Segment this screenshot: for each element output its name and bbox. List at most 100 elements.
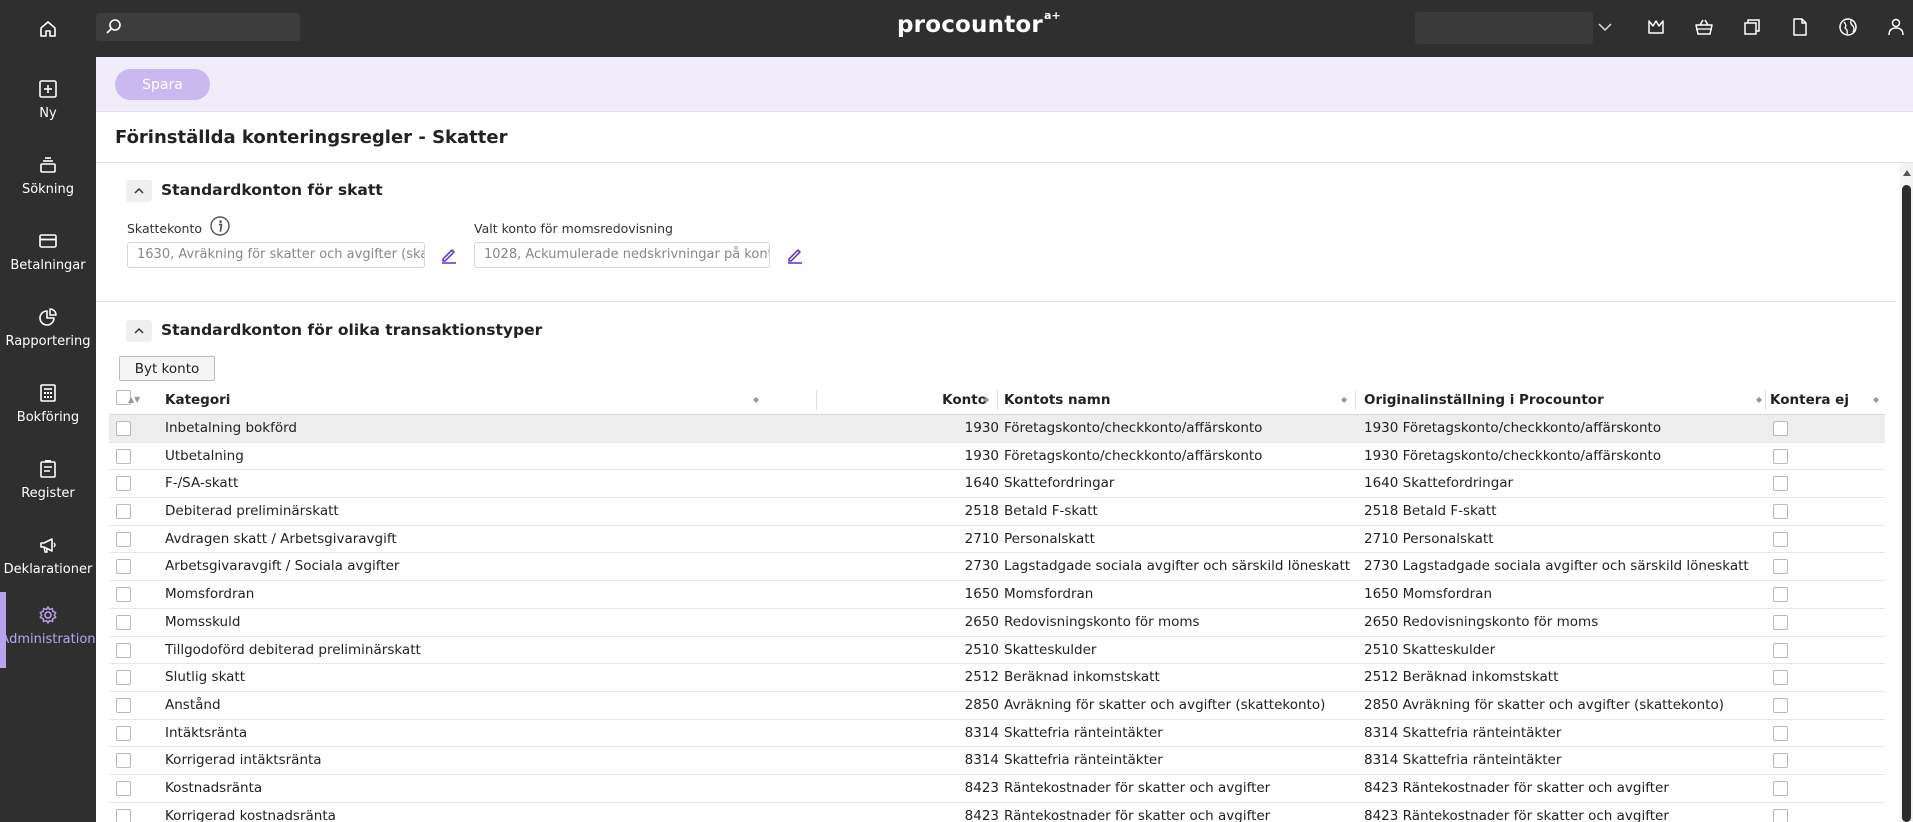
table-row[interactable]: Inbetalning bokförd 1930 Företagskonto/che…	[109, 415, 1885, 443]
section-collapse-toggle[interactable]	[126, 320, 152, 342]
table-row[interactable]: Tillgodoförd debiterad preliminärskatt 25…	[109, 637, 1885, 665]
table-row[interactable]: Debiterad preliminärskatt 2518 Betald F-sk…	[109, 498, 1885, 526]
sidebar-item-ny[interactable]: Ny	[0, 66, 96, 142]
cell-category: Momsskuld	[165, 613, 241, 630]
no-posting-checkbox[interactable]	[1773, 476, 1788, 492]
sidebar-item-sokning[interactable]: Sökning	[0, 142, 96, 218]
column-header-account[interactable]: Konto	[819, 385, 987, 415]
row-select-checkbox[interactable]	[116, 421, 131, 436]
no-posting-checkbox[interactable]	[1773, 753, 1788, 769]
table-row[interactable]: Momsskuld 2650 Redovisningskonto för moms 2…	[109, 609, 1885, 637]
vat-account-field[interactable]: 1028, Ackumulerade nedskrivningar på kon…	[474, 242, 770, 268]
table-row[interactable]: Intäktsränta 8314 Skattefria ränteintäkter…	[109, 720, 1885, 748]
no-posting-checkbox[interactable]	[1773, 808, 1788, 822]
no-posting-checkbox[interactable]	[1773, 614, 1788, 630]
column-separator[interactable]	[997, 390, 998, 410]
sidebar-item-label: Rapportering	[5, 334, 91, 349]
row-select-checkbox[interactable]	[116, 587, 131, 603]
row-select-checkbox[interactable]	[116, 697, 131, 713]
basket-button[interactable]	[1689, 13, 1719, 41]
save-button[interactable]: Spara	[115, 69, 210, 100]
sidebar-item-bokforing[interactable]: Bokföring	[0, 370, 96, 446]
sidebar-item-rapportering[interactable]: Rapportering	[0, 294, 96, 370]
copy-button[interactable]	[1737, 13, 1767, 41]
table-header: ▲▼ Kategori ◆ Konto ◆ Kontots namn ◆ Origi…	[109, 385, 1885, 415]
row-select-checkbox[interactable]	[116, 670, 131, 686]
company-select-toggle[interactable]	[1594, 16, 1616, 38]
pie-chart-icon	[39, 308, 57, 326]
section-collapse-toggle[interactable]	[126, 180, 152, 202]
table-row[interactable]: Slutlig skatt 2512 Beräknad inkomstskatt 25…	[109, 664, 1885, 692]
table-row[interactable]: Korrigerad intäktsränta 8314 Skattefria rä…	[109, 747, 1885, 775]
row-select-checkbox[interactable]	[116, 808, 131, 822]
pencil-icon	[442, 249, 456, 264]
no-posting-checkbox[interactable]	[1773, 531, 1788, 547]
home-button[interactable]	[28, 12, 68, 46]
column-separator[interactable]	[1355, 390, 1356, 410]
cell-account: 8423	[964, 807, 999, 822]
cell-original: 2730 Lagstadgade sociala avgifter och sä…	[1364, 558, 1749, 575]
crown-button[interactable]	[1641, 13, 1671, 41]
change-account-button[interactable]: Byt konto	[119, 356, 215, 381]
table-row[interactable]: Korrigerad kostnadsränta 8423 Räntekostnad…	[109, 803, 1885, 822]
edit-vat-account-button[interactable]	[785, 245, 805, 265]
no-posting-checkbox[interactable]	[1773, 448, 1788, 464]
table-row[interactable]: Utbetalning 1930 Företagskonto/checkkonto/…	[109, 443, 1885, 471]
table-row[interactable]: Avdragen skatt / Arbetsgivaravgift 2710 Pe…	[109, 526, 1885, 554]
no-posting-checkbox[interactable]	[1773, 587, 1788, 603]
language-button[interactable]	[1833, 13, 1863, 41]
table-row[interactable]: Momsfordran 1650 Momsfordran 1650 Momsfordr…	[109, 581, 1885, 609]
sort-toggle[interactable]: ▲▼	[128, 385, 140, 415]
no-posting-checkbox[interactable]	[1773, 642, 1788, 658]
no-posting-checkbox[interactable]	[1773, 559, 1788, 575]
row-select-checkbox[interactable]	[116, 753, 131, 769]
row-select-checkbox[interactable]	[116, 559, 131, 575]
sidebar-item-administration[interactable]: Administration	[0, 592, 96, 668]
info-icon[interactable]	[209, 215, 231, 237]
cell-account-name: Räntekostnader för skatter och avgifter	[1004, 779, 1271, 796]
column-header-original[interactable]: Originalinställning i Procountor ◆	[1364, 385, 1764, 415]
search-icon	[106, 19, 121, 34]
column-separator[interactable]	[816, 390, 817, 410]
column-header-no-posting[interactable]: Kontera ej ◆	[1770, 385, 1880, 415]
cell-account: 2518	[964, 503, 999, 520]
user-button[interactable]	[1881, 13, 1911, 41]
section-title: Standardkonton för skatt	[161, 181, 383, 199]
row-select-checkbox[interactable]	[116, 448, 131, 464]
sidebar-item-betalningar[interactable]: Betalningar	[0, 218, 96, 294]
no-posting-checkbox[interactable]	[1773, 504, 1788, 520]
scroll-up-button[interactable]	[1900, 166, 1913, 180]
search-input[interactable]	[96, 13, 300, 41]
row-select-checkbox[interactable]	[116, 504, 131, 520]
document-button[interactable]	[1785, 13, 1815, 41]
no-posting-checkbox[interactable]	[1773, 780, 1788, 796]
no-posting-checkbox[interactable]	[1773, 725, 1788, 741]
tax-account-field[interactable]: 1630, Avräkning för skatter och avgifter…	[127, 242, 425, 268]
row-select-checkbox[interactable]	[116, 725, 131, 741]
column-header-account-name[interactable]: Kontots namn ◆	[1004, 385, 1347, 415]
sidebar-item-deklarationer[interactable]: Deklarationer	[0, 522, 96, 598]
row-select-checkbox[interactable]	[116, 780, 131, 796]
cell-account: 2510	[964, 641, 999, 658]
no-posting-checkbox[interactable]	[1773, 697, 1788, 713]
cell-category: Korrigerad kostnadsränta	[165, 807, 336, 822]
column-separator[interactable]	[1765, 390, 1766, 410]
row-select-checkbox[interactable]	[116, 614, 131, 630]
company-select[interactable]	[1415, 12, 1593, 44]
sort-toggle[interactable]: ◆	[983, 385, 991, 415]
scrollbar-thumb[interactable]	[1902, 185, 1911, 822]
no-posting-checkbox[interactable]	[1773, 421, 1788, 436]
row-select-checkbox[interactable]	[116, 476, 131, 492]
row-select-checkbox[interactable]	[116, 531, 131, 547]
no-posting-checkbox[interactable]	[1773, 670, 1788, 686]
table-row[interactable]: Anstånd 2850 Avräkning för skatter och avg…	[109, 692, 1885, 720]
table-row[interactable]: Arbetsgivaravgift / Sociala avgifter 2730…	[109, 553, 1885, 582]
table-row[interactable]: Kostnadsränta 8423 Räntekostnader för skat…	[109, 775, 1885, 803]
cell-account: 1640	[964, 475, 999, 492]
sidebar-item-register[interactable]: Register	[0, 446, 96, 522]
column-header-category[interactable]: Kategori ◆	[165, 385, 785, 415]
cell-original: 8423 Räntekostnader för skatter och avgi…	[1364, 807, 1669, 822]
row-select-checkbox[interactable]	[116, 642, 131, 658]
table-row[interactable]: F-/SA-skatt 1640 Skattefordringar 1640 Skat…	[109, 470, 1885, 499]
edit-tax-account-button[interactable]	[439, 245, 459, 265]
